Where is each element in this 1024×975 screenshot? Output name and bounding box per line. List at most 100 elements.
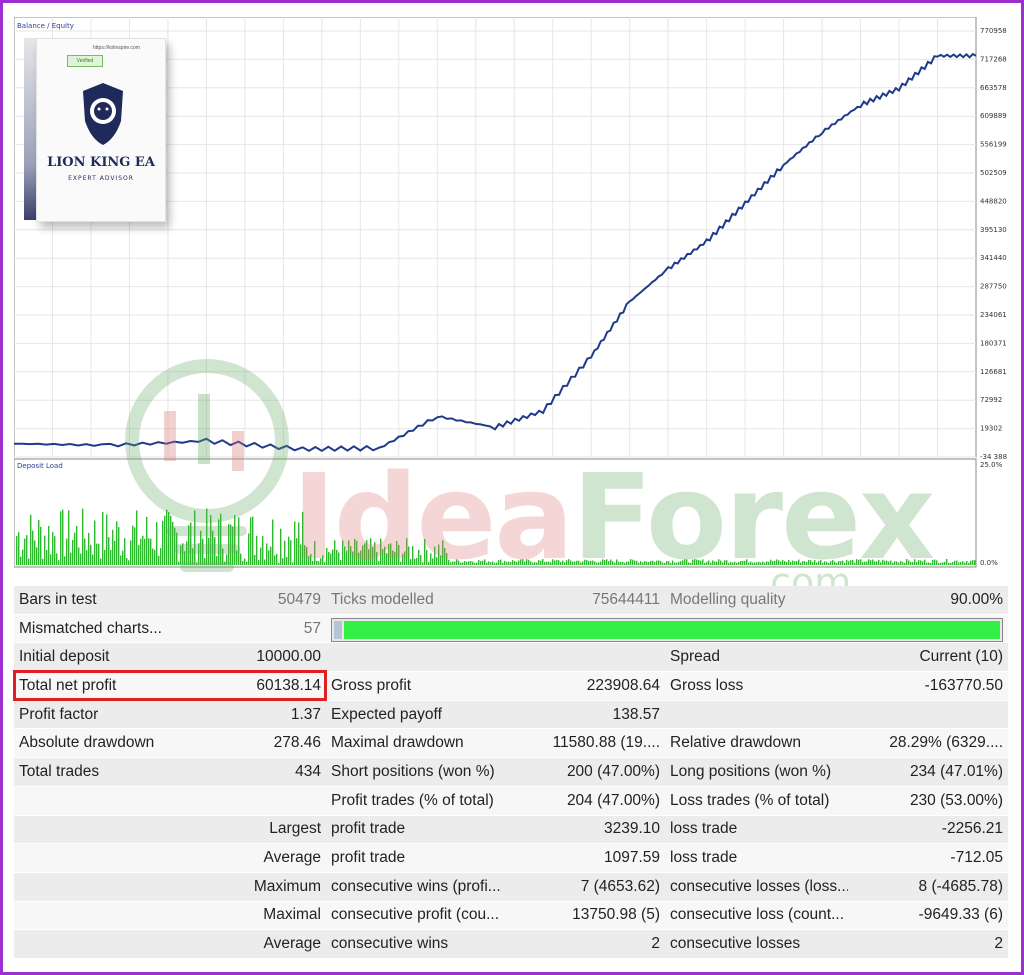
deposit-load-bar [280,528,282,565]
deposit-load-bar [950,562,952,565]
deposit-load-bar [944,561,946,565]
deposit-load-bar [220,513,222,565]
cell-value: 7 (4653.62) [509,872,665,902]
cell-value: 223908.64 [509,671,665,701]
deposit-load-bar [120,555,122,565]
y-tick-label: 717268 [980,55,1007,63]
deposit-load-bar [194,510,196,565]
cell-label: Ticks modelled [326,586,509,615]
deposit-load-bar [88,532,90,565]
cell-empty [14,843,170,873]
deposit-load-bar [60,511,62,565]
deposit-load-bar [966,561,968,565]
cell-label: Initial deposit [14,642,170,673]
deposit-load-bar [954,560,956,565]
deposit-load-bar [68,510,70,565]
cell-label: consecutive losses (loss... [665,872,848,902]
cell-empty [14,901,170,931]
deposit-load-bar [160,548,162,565]
deposit-load-bar [156,522,158,565]
deposit-load-bar [18,532,20,565]
deposit-load-bar [28,558,30,565]
cell-label: Loss trades (% of total) [665,786,848,816]
y-tick-label: 502509 [980,169,1007,177]
deposit-load-bar [968,562,970,565]
deposit-load-bar [948,562,950,565]
modelling-quality-fill [344,620,1000,639]
cell-value: 278.46 [170,728,326,759]
deposit-load-bar [182,543,184,565]
cell-label: consecutive profit (cou... [326,901,509,931]
cell-value: 28.29% (6329.... [848,728,1008,759]
table-row: Profit factor 1.37 Expected payoff 138.5… [14,700,1008,730]
deposit-load-bar [54,536,56,565]
deposit-load-bar [64,556,66,565]
deposit-load-bar [148,538,150,565]
cell-label: Maximal [170,901,326,931]
deposit-load-bar [288,536,290,565]
deposit-load-bar [112,529,114,565]
table-row: Largest profit trade 3239.10 loss trade … [14,815,1008,845]
deposit-load-bar [80,553,82,565]
deposit-load-bar [144,538,146,565]
table-row: Maximum consecutive wins (profi... 7 (46… [14,872,1008,902]
table-row: Average profit trade 1097.59 loss trade … [14,843,1008,873]
deposit-load-bar [44,535,46,565]
deposit-load-bar [84,538,86,565]
cell-empty [326,642,509,673]
deposit-load-bar [266,543,268,565]
deposit-load-bar [214,537,216,565]
deposit-load-bar [262,536,264,565]
deposit-load-bar [240,553,242,565]
cell-label: profit trade [326,815,509,845]
cell-value: 57 [170,614,326,644]
cell-value: -2256.21 [848,815,1008,845]
y-tick-label: 234061 [980,311,1007,319]
cell-value: 1.37 [170,700,326,730]
y-tick-label: 341440 [980,254,1007,262]
deposit-load-bar [34,540,36,565]
deposit-load-bar [72,539,74,565]
deposit-load-bar [136,510,138,565]
cell-value: -712.05 [848,843,1008,873]
deposit-load-bar [284,540,286,565]
deposit-load-bar [236,550,238,565]
cell-label: Absolute drawdown [14,728,170,759]
deposit-load-bar [150,538,152,565]
deposit-load-bar [154,549,156,565]
deposit-load-bar [216,556,218,565]
cell-empty [14,815,170,845]
cell-label: consecutive wins (profi... [326,872,509,902]
deposit-load-bar [66,538,68,565]
deposit-load-bar [198,543,200,565]
table-row: Initial deposit 10000.00 Spread Current … [14,642,1008,673]
cell-value: 1097.59 [509,843,665,873]
deposit-load-bar [86,550,88,565]
deposit-load-bar [168,512,170,565]
deposit-load-bar [170,515,172,565]
cell-empty [509,642,665,673]
deposit-load-bar [188,525,190,565]
product-subtitle: EXPERT ADVISOR [68,175,134,182]
deposit-load-bar [48,526,50,565]
deposit-load-bar [162,520,164,565]
deposit-load-bar [128,560,130,565]
cell-label: Total trades [14,757,170,787]
cell-empty [848,700,1008,730]
cell-label: Expected payoff [326,700,509,730]
deposit-load-bar [268,550,270,565]
deposit-load-bar [186,541,188,565]
deposit-load-bar [114,540,116,565]
deposit-load-bar [62,509,64,565]
deposit-load-bar [206,508,208,565]
deposit-load-bar [218,519,220,565]
deposit-load-bar [264,559,266,565]
y-tick-label: 770958 [980,27,1007,35]
table-row: Maximal consecutive profit (cou... 13750… [14,901,1008,931]
cell-value: 2 [848,929,1008,959]
deposit-load-bar [46,550,48,565]
cell-value: 230 (53.00%) [848,786,1008,816]
deposit-load-bar [970,560,972,565]
load-title: Deposit Load [17,462,63,470]
y-tick-label: 395130 [980,226,1007,234]
